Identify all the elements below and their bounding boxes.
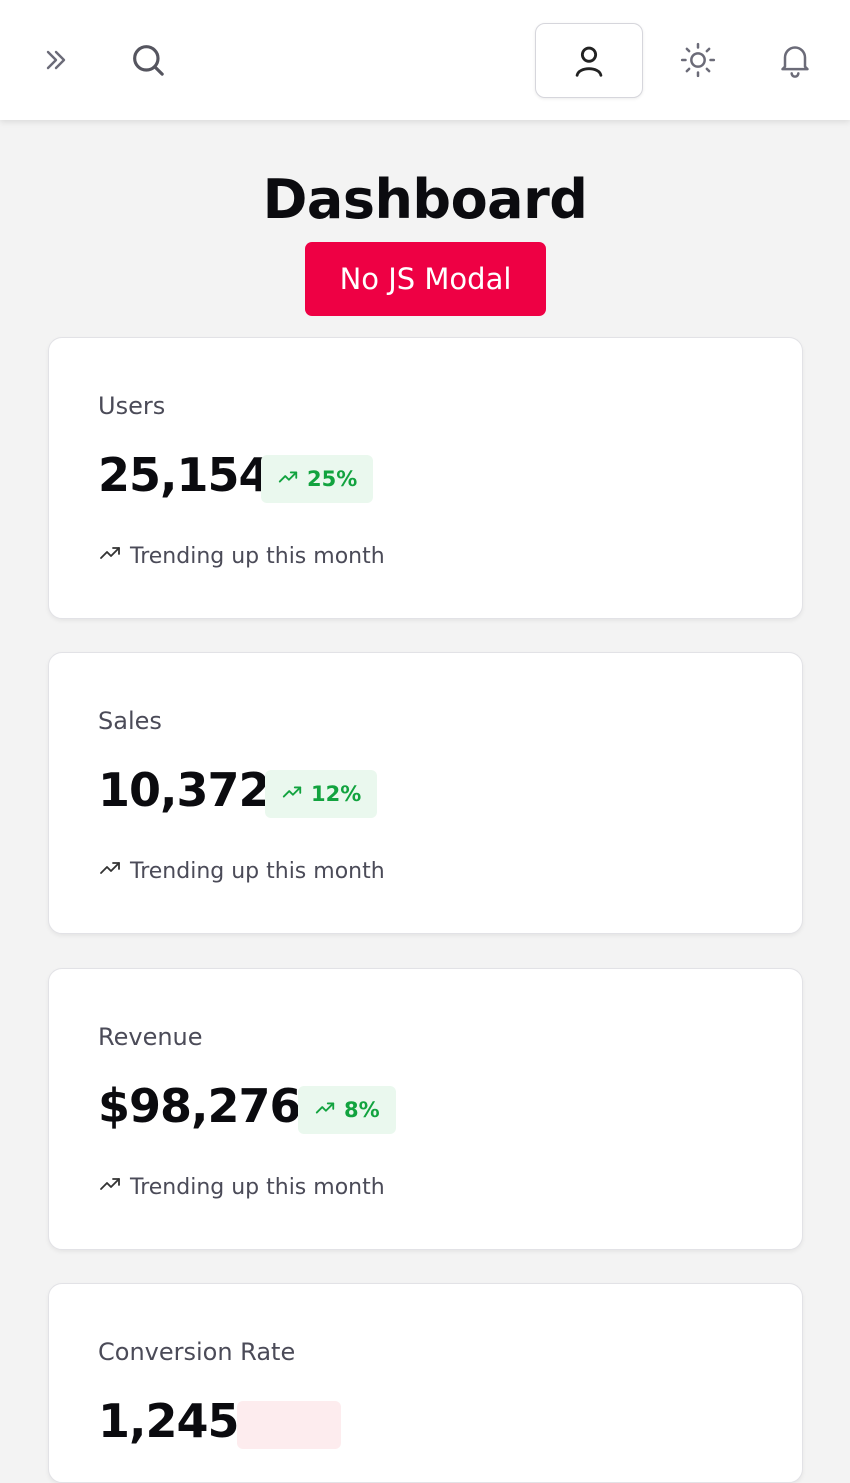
stat-label: Users — [98, 392, 166, 420]
bell-icon — [775, 40, 815, 80]
trend-note: Trending up this month — [98, 1172, 385, 1202]
trend-note: Trending up this month — [98, 541, 385, 571]
search-icon — [128, 40, 168, 80]
stat-card-revenue: Revenue $98,276 8% Trending up this mont… — [48, 968, 803, 1250]
stat-card-conversion-rate: Conversion Rate 1,245 — [48, 1283, 803, 1483]
stat-card-users: Users 25,154 25% Trending up this month — [48, 337, 803, 619]
change-value: 25% — [307, 467, 358, 491]
trending-up-icon — [277, 466, 299, 493]
change-badge: 12% — [265, 770, 378, 818]
trend-text: Trending up this month — [130, 543, 385, 569]
top-bar — [0, 0, 850, 120]
trending-up-icon — [281, 781, 303, 808]
change-value: 8% — [344, 1098, 380, 1122]
trending-up-icon — [98, 541, 122, 571]
trend-text: Trending up this month — [130, 1174, 385, 1200]
change-badge: 25% — [261, 455, 374, 503]
stat-value: 1,245 — [98, 1394, 240, 1448]
stat-value: $98,276 — [98, 1079, 302, 1133]
stat-value: 25,154 — [98, 448, 271, 502]
stat-card-sales: Sales 10,372 12% Trending up this month — [48, 652, 803, 934]
stat-value: 10,372 — [98, 763, 271, 817]
no-js-modal-button[interactable]: No JS Modal — [305, 242, 546, 316]
change-badge: 8% — [298, 1086, 396, 1134]
notifications-button[interactable] — [773, 38, 817, 82]
stat-label: Sales — [98, 707, 162, 735]
trend-text: Trending up this month — [130, 858, 385, 884]
trending-up-icon — [98, 1172, 122, 1202]
expand-sidebar-button[interactable] — [36, 40, 76, 80]
change-value: 12% — [311, 782, 362, 806]
stat-label: Conversion Rate — [98, 1338, 296, 1366]
trending-up-icon — [314, 1097, 336, 1124]
theme-toggle-button[interactable] — [676, 38, 720, 82]
stat-label: Revenue — [98, 1023, 203, 1051]
user-profile-button[interactable] — [535, 23, 643, 98]
change-badge — [237, 1401, 341, 1449]
trend-note: Trending up this month — [98, 856, 385, 886]
user-icon — [570, 42, 608, 80]
trending-up-icon — [98, 856, 122, 886]
chevrons-right-icon — [40, 44, 72, 76]
page-title: Dashboard — [262, 168, 588, 231]
sun-icon — [678, 40, 718, 80]
search-button[interactable] — [126, 38, 170, 82]
